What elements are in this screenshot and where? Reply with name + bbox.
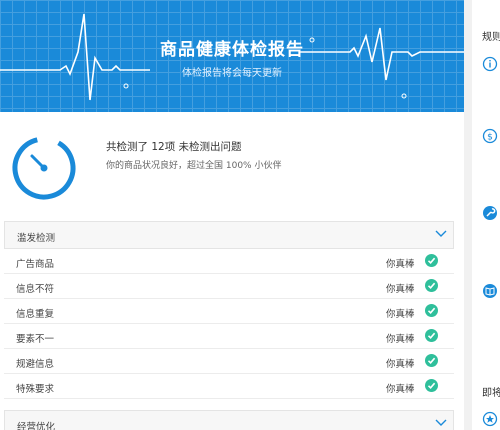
chevron-down-icon[interactable] xyxy=(435,419,447,427)
check-ok-icon xyxy=(425,329,438,342)
check-item-status: 你真棒 xyxy=(386,259,415,270)
banner-subtitle: 体检报告将会每天更新 xyxy=(182,68,282,79)
check-ok-icon xyxy=(425,354,438,367)
section-spam-check-header[interactable]: 滥发检测 xyxy=(4,221,454,249)
check-item-name: 特殊要求 xyxy=(16,384,55,395)
section-label: 滥发检测 xyxy=(17,233,56,244)
check-item-status: 你真棒 xyxy=(386,359,415,370)
wrench-icon[interactable] xyxy=(482,205,498,221)
section-business-optimization-header[interactable]: 经营优化 xyxy=(4,410,454,430)
check-item-name: 信息不符 xyxy=(16,284,55,295)
summary-detail: 你的商品状况良好，超过全国 100% 小伙伴 xyxy=(106,161,282,171)
report-banner: 商品健康体检报告 体检报告将会每天更新 xyxy=(0,0,464,112)
check-row: 要素不一 你真棒 xyxy=(4,324,454,349)
check-item-status: 你真棒 xyxy=(386,334,415,345)
star-icon[interactable] xyxy=(482,411,498,427)
check-item-status: 你真棒 xyxy=(386,384,415,395)
banner-title: 商品健康体检报告 xyxy=(160,40,304,60)
check-item-status: 你真棒 xyxy=(386,284,415,295)
check-item-name: 信息重复 xyxy=(16,309,55,320)
check-summary: 共检测了 12项 未检测出问题 你的商品状况良好，超过全国 100% 小伙伴 xyxy=(0,112,464,220)
rules-sidebar: 规则 $ 即将 xyxy=(472,0,500,430)
chevron-down-icon[interactable] xyxy=(435,230,447,238)
timer-gauge-icon xyxy=(12,136,76,200)
check-item-name: 要素不一 xyxy=(16,334,55,345)
sidebar-top-label: 规则 xyxy=(482,32,500,43)
check-row: 广告商品 你真棒 xyxy=(4,249,454,274)
svg-text:$: $ xyxy=(487,133,493,143)
check-row: 信息不符 你真棒 xyxy=(4,274,454,299)
check-item-status: 你真棒 xyxy=(386,309,415,320)
book-icon[interactable] xyxy=(482,283,498,299)
dollar-icon[interactable]: $ xyxy=(482,128,498,144)
check-ok-icon xyxy=(425,254,438,267)
check-row: 规避信息 你真棒 xyxy=(4,349,454,374)
check-row: 信息重复 你真棒 xyxy=(4,299,454,324)
info-icon[interactable] xyxy=(482,56,498,72)
report-panel: 商品健康体检报告 体检报告将会每天更新 共检测了 12项 未检测出问题 你的商品… xyxy=(0,0,464,430)
section-label: 经营优化 xyxy=(17,422,56,430)
summary-headline: 共检测了 12项 未检测出问题 xyxy=(106,141,242,153)
check-ok-icon xyxy=(425,304,438,317)
check-item-name: 规避信息 xyxy=(16,359,55,370)
check-ok-icon xyxy=(425,379,438,392)
check-row: 特殊要求 你真棒 xyxy=(4,374,454,399)
check-item-name: 广告商品 xyxy=(16,259,55,270)
check-ok-icon xyxy=(425,279,438,292)
sidebar-bottom-label: 即将 xyxy=(482,388,500,399)
